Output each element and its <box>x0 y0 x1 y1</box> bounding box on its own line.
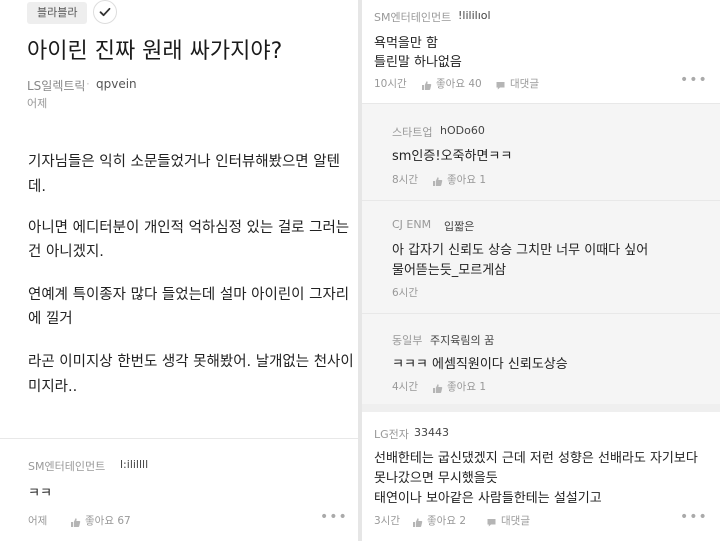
reply-author-name[interactable]: 주지육림의 꿈 <box>430 332 494 348</box>
post-body-line: 데. <box>28 179 46 195</box>
post-body-line: 에 낄거 <box>28 311 73 327</box>
more-icon[interactable]: ••• <box>680 509 708 525</box>
thumbs-up-icon[interactable] <box>412 513 423 532</box>
comment-author-name[interactable]: l:ilillll <box>120 458 148 471</box>
comment-text: 선배한테는 굽신댔겠지 근데 저런 성향은 선배라도 자기보다 <box>374 451 698 466</box>
more-icon[interactable]: ••• <box>320 509 348 525</box>
like-count[interactable]: 좋아요 1 <box>447 379 486 394</box>
thumbs-up-icon[interactable] <box>432 172 443 191</box>
reply-author-name[interactable]: hODo60 <box>440 124 485 137</box>
divider <box>362 313 720 314</box>
comment-author-company: SM엔터테인먼트 <box>374 11 452 24</box>
post-author-company: LS일렉트릭 <box>27 79 86 93</box>
comment-author-company: SM엔터테인먼트 <box>28 460 106 473</box>
comment-icon[interactable] <box>486 513 497 532</box>
divider <box>0 438 358 439</box>
thumbs-up-icon[interactable] <box>421 76 432 95</box>
reply-text: sm인증!오죽하면ㅋㅋ <box>392 149 513 164</box>
reply-text: 아 갑자기 신뢰도 상승 그치만 너무 이때다 싶어 <box>392 243 649 258</box>
divider <box>362 200 720 201</box>
comment-icon[interactable] <box>495 76 506 95</box>
comment-text: 욕먹을만 함 <box>374 36 438 51</box>
comment-author-company: LG전자 <box>374 428 409 441</box>
post-body-line: 미지라.. <box>28 379 78 395</box>
comment-author-name[interactable]: 33443 <box>414 426 449 439</box>
post-panel: 블라블라 아이린 진짜 원래 싸가지야? LS일렉트릭 · qpvein 어제 … <box>0 0 358 541</box>
comments-panel: SM엔터테인먼트 !lililıol 욕먹을만 함 틀린말 하나없음 10시간 … <box>362 0 720 541</box>
comment-text: ㅋㅋ <box>28 486 52 501</box>
thumbs-up-icon[interactable] <box>432 379 443 398</box>
reply-time: 6시간 <box>392 287 419 299</box>
post-body-line: 기자님들은 익히 소문들었거나 인터뷰해봤으면 알텐 <box>28 154 340 170</box>
post-author-name[interactable]: qpvein <box>96 77 137 91</box>
reply-author-company: CJ ENM <box>392 218 432 231</box>
post-time: 어제 <box>27 97 48 110</box>
comment-time: 3시간 <box>374 515 401 527</box>
comment-time: 10시간 <box>374 78 407 90</box>
post-body-line: 라곤 이미지상 한번도 생각 못해봤어. 날개없는 천사이 <box>28 354 354 370</box>
check-icon[interactable] <box>93 0 117 24</box>
comment-time: 어제 <box>28 515 48 527</box>
post-body-line: 아니면 에디터분이 개인적 억하심정 있는 걸로 그러는 <box>28 220 350 236</box>
meta-separator: · <box>86 77 90 91</box>
post-body-line: 건 아니겠지. <box>28 244 104 260</box>
comment-text: 못나갔으면 무시했을듯 <box>374 471 498 486</box>
like-count[interactable]: 좋아요 67 <box>85 513 131 528</box>
reply-text: 물어뜯는듯_모르게삼 <box>392 263 507 278</box>
reply-author-company: 동일부 <box>392 334 423 347</box>
post-body-line: 연예계 특이종자 많다 들었는데 설마 아이린이 그자리 <box>28 287 350 303</box>
like-count[interactable]: 좋아요 1 <box>447 172 486 187</box>
comment-text: 틀린말 하나없음 <box>374 55 462 70</box>
reply-button[interactable]: 대댓글 <box>510 76 539 91</box>
reply-button[interactable]: 대댓글 <box>501 513 530 528</box>
like-count[interactable]: 좋아요 2 <box>427 513 466 528</box>
reply-author-name[interactable]: 입짧은 <box>444 218 474 234</box>
reply-author-company: 스타트업 <box>392 126 433 139</box>
reply-time: 4시간 <box>392 381 419 393</box>
more-icon[interactable]: ••• <box>680 72 708 88</box>
comment-text: 태연이나 보아같은 사람들한테는 설설기고 <box>374 491 602 506</box>
like-count[interactable]: 좋아요 40 <box>436 76 482 91</box>
post-title: 아이린 진짜 원래 싸가지야? <box>27 39 283 64</box>
post-tag-chip[interactable]: 블라블라 <box>27 2 88 24</box>
reply-time: 8시간 <box>392 174 419 186</box>
reply-text: ㅋㅋㅋ 에셈직원이다 신뢰도상승 <box>392 357 568 372</box>
section-spacer <box>362 404 720 412</box>
comment-author-name[interactable]: !lililıol <box>458 9 491 22</box>
thumbs-up-icon[interactable] <box>70 513 81 532</box>
